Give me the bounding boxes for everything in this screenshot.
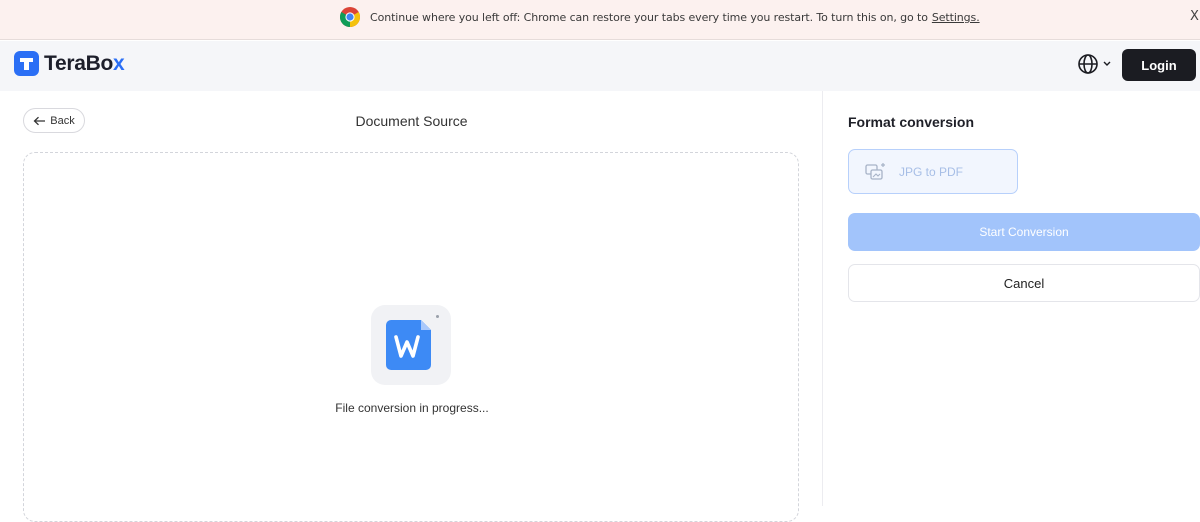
banner-close-icon[interactable]: X [1190, 9, 1200, 24]
terabox-logo-icon [14, 51, 39, 76]
banner-message: Continue where you left off: Chrome can … [370, 11, 980, 24]
logo-text: TeraBo [44, 51, 113, 75]
logo-accent: x [113, 51, 125, 75]
word-file-card [371, 305, 451, 385]
chrome-icon [340, 7, 360, 27]
globe-icon [1078, 54, 1098, 74]
format-conversion-title: Format conversion [848, 114, 975, 130]
banner-text: Continue where you left off: Chrome can … [370, 11, 928, 24]
document-source-panel: Document Source Back File conversion in … [0, 91, 823, 522]
terabox-logo[interactable]: TeraBox [14, 51, 125, 76]
back-label: Back [50, 114, 75, 127]
image-convert-icon [865, 162, 885, 180]
settings-link[interactable]: Settings. [932, 11, 980, 24]
jpg-to-pdf-option[interactable]: JPG to PDF [848, 149, 1018, 194]
start-conversion-button[interactable]: Start Conversion [848, 213, 1200, 251]
arrow-left-icon [33, 116, 46, 125]
format-conversion-panel: Format conversion JPG to PDF Start Conve… [824, 91, 1200, 506]
document-source-title: Document Source [355, 113, 468, 129]
logo-wordmark: TeraBox [44, 51, 125, 76]
top-header: TeraBox Login [0, 41, 1200, 91]
chevron-down-icon [1103, 61, 1111, 66]
conversion-status: File conversion in progress... [335, 401, 489, 415]
conversion-option-label: JPG to PDF [899, 164, 964, 179]
restore-tabs-banner: Continue where you left off: Chrome can … [0, 0, 1200, 40]
word-document-icon [386, 320, 431, 370]
back-button[interactable]: Back [23, 108, 85, 133]
language-selector[interactable] [1077, 53, 1111, 75]
login-button[interactable]: Login [1122, 49, 1196, 81]
document-dropzone: File conversion in progress... [23, 152, 799, 522]
cancel-button[interactable]: Cancel [848, 264, 1200, 302]
